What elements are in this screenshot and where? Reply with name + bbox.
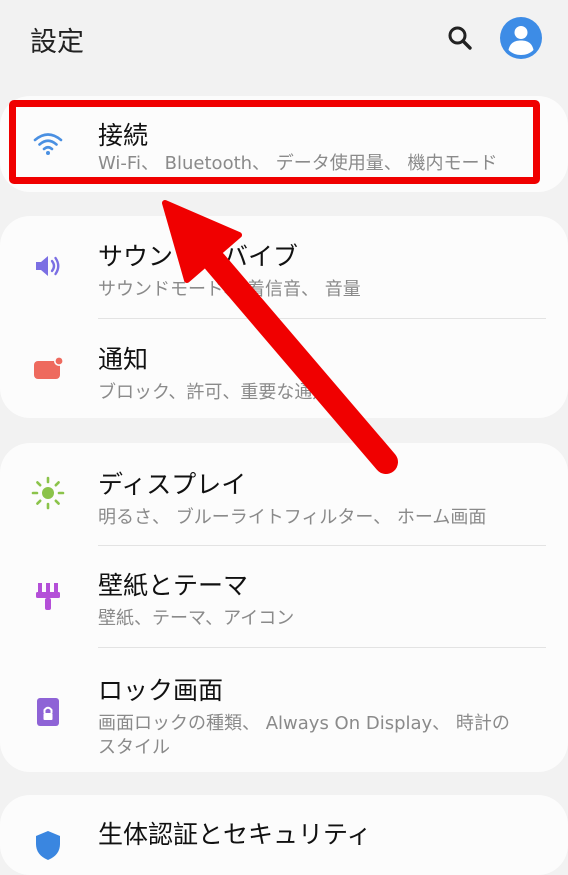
settings-item-display[interactable]: ディスプレイ 明るさ、 ブルーライトフィルター、 ホーム画面 — [0, 443, 568, 545]
settings-item-notifications-subtitle: ブロック、許可、重要な通知 — [98, 382, 331, 403]
settings-item-sound[interactable]: サウンドとバイブ サウンドモード、 着信音、 音量 — [0, 216, 568, 318]
brightness-icon — [31, 476, 65, 510]
wifi-icon — [33, 133, 63, 155]
settings-item-notifications-title: 通知 — [98, 345, 149, 374]
search-icon[interactable] — [446, 24, 474, 52]
lock-icon — [37, 698, 59, 726]
settings-item-sound-title: サウンドとバイブ — [98, 242, 299, 271]
settings-item-wallpaper-title: 壁紙とテーマ — [98, 571, 249, 600]
account-icon[interactable] — [499, 16, 543, 60]
settings-item-sound-subtitle: サウンドモード、 着信音、 音量 — [98, 279, 361, 300]
settings-item-lockscreen-title: ロック画面 — [98, 676, 224, 705]
settings-item-connections-subtitle: Wi-Fi、 Bluetooth、 データ使用量、 機内モード — [98, 153, 498, 174]
settings-card-sound-notifications: サウンドとバイブ サウンドモード、 着信音、 音量 通知 ブロック、許可、重要な… — [0, 216, 568, 418]
notification-icon — [34, 356, 64, 379]
settings-item-biometrics[interactable]: 生体認証とセキュリティ — [0, 795, 568, 875]
settings-card-display: ディスプレイ 明るさ、 ブルーライトフィルター、 ホーム画面 壁紙とテーマ 壁紙… — [0, 443, 568, 772]
page-title: 設定 — [30, 27, 84, 58]
shield-icon — [36, 831, 60, 860]
settings-item-notifications[interactable]: 通知 ブロック、許可、重要な通知 — [0, 318, 568, 418]
settings-item-lockscreen[interactable]: ロック画面 画面ロックの種類、 Always On Display、 時計の ス… — [0, 647, 568, 772]
settings-item-wallpaper[interactable]: 壁紙とテーマ 壁紙、テーマ、アイコン — [0, 545, 568, 647]
settings-card-connections: 接続 Wi-Fi、 Bluetooth、 データ使用量、 機内モード — [0, 96, 568, 192]
settings-item-lockscreen-subtitle-line1: 画面ロックの種類、 Always On Display、 時計の — [98, 713, 510, 734]
app-header: 設定 — [0, 0, 568, 84]
settings-item-display-subtitle: 明るさ、 ブルーライトフィルター、 ホーム画面 — [98, 507, 487, 528]
settings-item-connections[interactable]: 接続 Wi-Fi、 Bluetooth、 データ使用量、 機内モード — [0, 96, 568, 192]
settings-item-lockscreen-subtitle-line2: スタイル — [98, 737, 170, 758]
settings-card-biometrics: 生体認証とセキュリティ — [0, 795, 568, 875]
paintbrush-icon — [36, 583, 60, 610]
settings-item-display-title: ディスプレイ — [98, 470, 247, 499]
settings-item-wallpaper-subtitle: 壁紙、テーマ、アイコン — [98, 608, 295, 629]
settings-item-connections-title: 接続 — [98, 121, 149, 150]
volume-icon — [36, 256, 60, 276]
